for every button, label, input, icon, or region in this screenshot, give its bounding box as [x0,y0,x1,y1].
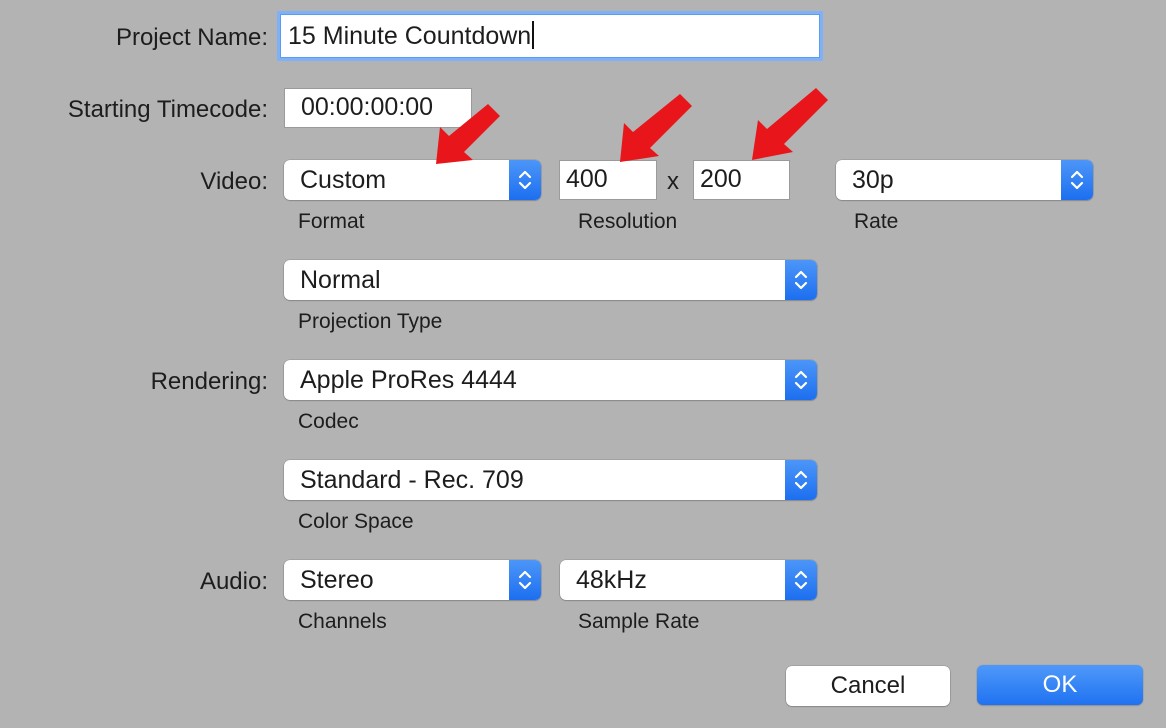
starting-timecode-value: 00:00:00:00 [301,93,434,121]
chevron-up-down-icon [785,460,817,500]
channels-value: Stereo [300,566,374,594]
project-name-value: 15 Minute Countdown [288,22,532,50]
sample-rate-popup[interactable]: 48kHz [560,560,817,600]
sample-rate-caption: Sample Rate [578,610,700,633]
codec-popup[interactable]: Apple ProRes 4444 [284,360,817,400]
channels-popup[interactable]: Stereo [284,560,541,600]
starting-timecode-input[interactable]: 00:00:00:00 [284,88,472,128]
projection-type-caption: Projection Type [298,310,443,333]
chevron-up-down-icon [785,260,817,300]
chevron-up-down-icon [509,560,541,600]
rendering-label: Rendering: [150,368,268,395]
channels-caption: Channels [298,610,387,633]
format-caption: Format [298,210,365,233]
video-label: Video: [200,168,268,195]
color-space-popup[interactable]: Standard - Rec. 709 [284,460,817,500]
format-popup[interactable]: Custom [284,160,541,200]
rate-caption: Rate [854,210,899,233]
chevron-up-down-icon [1061,160,1093,200]
chevron-up-down-icon [509,160,541,200]
red-arrow-icon [752,88,828,160]
starting-timecode-label: Starting Timecode: [67,96,268,123]
text-caret [532,21,535,50]
rate-popup[interactable]: 30p [836,160,1093,200]
chevron-up-down-icon [785,560,817,600]
cancel-button[interactable]: Cancel [786,666,950,706]
ok-button[interactable]: OK [977,665,1143,705]
resolution-width-value: 400 [566,165,608,193]
format-value: Custom [300,166,387,194]
codec-caption: Codec [298,410,359,433]
projection-type-popup[interactable]: Normal [284,260,817,300]
resolution-height-input[interactable]: 200 [693,160,790,200]
project-name-input[interactable]: 15 Minute Countdown [280,14,820,58]
resolution-separator: x [667,168,679,195]
projection-type-value: Normal [300,266,381,294]
project-name-label: Project Name: [115,24,268,51]
resolution-width-input[interactable]: 400 [559,160,657,200]
rate-value: 30p [852,166,894,194]
sample-rate-value: 48kHz [576,566,647,594]
codec-value: Apple ProRes 4444 [300,366,517,394]
resolution-height-value: 200 [700,165,742,193]
color-space-value: Standard - Rec. 709 [300,466,524,494]
color-space-caption: Color Space [298,510,414,533]
audio-label: Audio: [199,568,268,595]
chevron-up-down-icon [785,360,817,400]
red-arrow-icon [620,94,692,162]
resolution-caption: Resolution [578,210,678,233]
